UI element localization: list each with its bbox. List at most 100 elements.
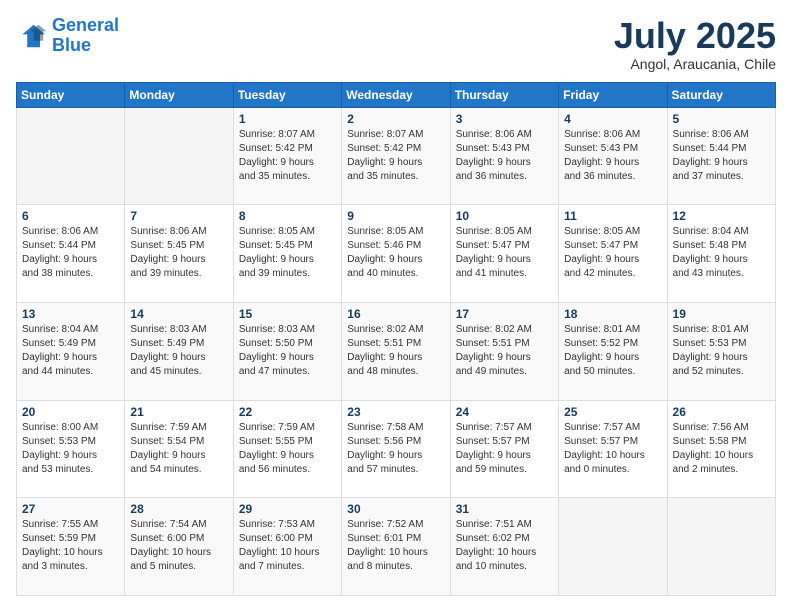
day-info: Sunrise: 8:02 AM Sunset: 5:51 PM Dayligh…: [347, 323, 444, 379]
logo-line2: Blue: [52, 35, 91, 55]
table-row: 21Sunrise: 7:59 AM Sunset: 5:54 PM Dayli…: [125, 400, 233, 498]
day-number: 28: [130, 502, 227, 516]
day-number: 14: [130, 307, 227, 321]
day-info: Sunrise: 7:55 AM Sunset: 5:59 PM Dayligh…: [22, 518, 119, 574]
day-info: Sunrise: 8:03 AM Sunset: 5:49 PM Dayligh…: [130, 323, 227, 379]
calendar-table: Sunday Monday Tuesday Wednesday Thursday…: [16, 82, 776, 596]
day-info: Sunrise: 7:53 AM Sunset: 6:00 PM Dayligh…: [239, 518, 336, 574]
day-info: Sunrise: 8:05 AM Sunset: 5:45 PM Dayligh…: [239, 225, 336, 281]
day-info: Sunrise: 7:54 AM Sunset: 6:00 PM Dayligh…: [130, 518, 227, 574]
day-info: Sunrise: 7:57 AM Sunset: 5:57 PM Dayligh…: [456, 421, 553, 477]
day-info: Sunrise: 8:06 AM Sunset: 5:43 PM Dayligh…: [564, 128, 661, 184]
table-row: [125, 107, 233, 205]
day-number: 25: [564, 405, 661, 419]
day-number: 9: [347, 209, 444, 223]
day-number: 31: [456, 502, 553, 516]
table-row: 8 Sunrise: 8:05 AM Sunset: 5:45 PM Daylig…: [233, 205, 341, 303]
table-row: 15 Sunrise: 8:03 AM Sunset: 5:50 PM Dayli…: [233, 302, 341, 400]
logo-icon: [16, 20, 48, 52]
day-info: Sunrise: 8:05 AM Sunset: 5:47 PM Dayligh…: [456, 225, 553, 281]
day-number: 7: [130, 209, 227, 223]
day-info: Sunrise: 8:04 AM Sunset: 5:49 PM Dayligh…: [22, 323, 119, 379]
calendar-week-row: 1 Sunrise: 8:07 AM Sunset: 5:42 PM Daylig…: [17, 107, 776, 205]
calendar-week-row: 6Sunrise: 8:06 AM Sunset: 5:44 PM Daylig…: [17, 205, 776, 303]
table-row: 7Sunrise: 8:06 AM Sunset: 5:45 PM Daylig…: [125, 205, 233, 303]
table-row: 9 Sunrise: 8:05 AM Sunset: 5:46 PM Daylig…: [342, 205, 450, 303]
col-monday: Monday: [125, 82, 233, 107]
table-row: 31 Sunrise: 7:51 AM Sunset: 6:02 PM Dayli…: [450, 498, 558, 596]
table-row: 29 Sunrise: 7:53 AM Sunset: 6:00 PM Dayli…: [233, 498, 341, 596]
day-info: Sunrise: 8:07 AM Sunset: 5:42 PM Dayligh…: [239, 128, 336, 184]
calendar-week-row: 27 Sunrise: 7:55 AM Sunset: 5:59 PM Dayli…: [17, 498, 776, 596]
day-number: 16: [347, 307, 444, 321]
day-number: 15: [239, 307, 336, 321]
table-row: 16 Sunrise: 8:02 AM Sunset: 5:51 PM Dayli…: [342, 302, 450, 400]
col-tuesday: Tuesday: [233, 82, 341, 107]
day-number: 30: [347, 502, 444, 516]
day-number: 5: [673, 112, 770, 126]
table-row: 20 Sunrise: 8:00 AM Sunset: 5:53 PM Dayli…: [17, 400, 125, 498]
day-number: 4: [564, 112, 661, 126]
day-number: 12: [673, 209, 770, 223]
page: General Blue July 2025 Angol, Araucania,…: [0, 0, 792, 612]
day-info: Sunrise: 8:03 AM Sunset: 5:50 PM Dayligh…: [239, 323, 336, 379]
table-row: 1 Sunrise: 8:07 AM Sunset: 5:42 PM Daylig…: [233, 107, 341, 205]
col-friday: Friday: [559, 82, 667, 107]
day-info: Sunrise: 8:00 AM Sunset: 5:53 PM Dayligh…: [22, 421, 119, 477]
table-row: 4 Sunrise: 8:06 AM Sunset: 5:43 PM Daylig…: [559, 107, 667, 205]
day-number: 20: [22, 405, 119, 419]
day-number: 1: [239, 112, 336, 126]
col-sunday: Sunday: [17, 82, 125, 107]
day-number: 17: [456, 307, 553, 321]
table-row: 2Sunrise: 8:07 AM Sunset: 5:42 PM Daylig…: [342, 107, 450, 205]
day-number: 22: [239, 405, 336, 419]
day-info: Sunrise: 8:01 AM Sunset: 5:53 PM Dayligh…: [673, 323, 770, 379]
title-block: July 2025 Angol, Araucania, Chile: [614, 16, 776, 72]
table-row: [559, 498, 667, 596]
day-info: Sunrise: 7:59 AM Sunset: 5:55 PM Dayligh…: [239, 421, 336, 477]
table-row: 28 Sunrise: 7:54 AM Sunset: 6:00 PM Dayli…: [125, 498, 233, 596]
table-row: [667, 498, 775, 596]
table-row: 26Sunrise: 7:56 AM Sunset: 5:58 PM Dayli…: [667, 400, 775, 498]
day-number: 26: [673, 405, 770, 419]
calendar-week-row: 13Sunrise: 8:04 AM Sunset: 5:49 PM Dayli…: [17, 302, 776, 400]
table-row: 17 Sunrise: 8:02 AM Sunset: 5:51 PM Dayli…: [450, 302, 558, 400]
table-row: 30 Sunrise: 7:52 AM Sunset: 6:01 PM Dayli…: [342, 498, 450, 596]
day-info: Sunrise: 7:52 AM Sunset: 6:01 PM Dayligh…: [347, 518, 444, 574]
day-number: 27: [22, 502, 119, 516]
day-number: 11: [564, 209, 661, 223]
day-number: 6: [22, 209, 119, 223]
day-info: Sunrise: 7:58 AM Sunset: 5:56 PM Dayligh…: [347, 421, 444, 477]
logo-line1: General: [52, 15, 119, 35]
table-row: 11Sunrise: 8:05 AM Sunset: 5:47 PM Dayli…: [559, 205, 667, 303]
day-info: Sunrise: 8:02 AM Sunset: 5:51 PM Dayligh…: [456, 323, 553, 379]
day-number: 3: [456, 112, 553, 126]
table-row: 25 Sunrise: 7:57 AM Sunset: 5:57 PM Dayli…: [559, 400, 667, 498]
table-row: 13Sunrise: 8:04 AM Sunset: 5:49 PM Dayli…: [17, 302, 125, 400]
table-row: 14 Sunrise: 8:03 AM Sunset: 5:49 PM Dayli…: [125, 302, 233, 400]
table-row: 6Sunrise: 8:06 AM Sunset: 5:44 PM Daylig…: [17, 205, 125, 303]
header: General Blue July 2025 Angol, Araucania,…: [16, 16, 776, 72]
location-subtitle: Angol, Araucania, Chile: [614, 56, 776, 72]
day-number: 24: [456, 405, 553, 419]
table-row: 18Sunrise: 8:01 AM Sunset: 5:52 PM Dayli…: [559, 302, 667, 400]
day-number: 8: [239, 209, 336, 223]
day-info: Sunrise: 8:06 AM Sunset: 5:44 PM Dayligh…: [673, 128, 770, 184]
day-number: 29: [239, 502, 336, 516]
day-info: Sunrise: 7:57 AM Sunset: 5:57 PM Dayligh…: [564, 421, 661, 477]
logo-text: General Blue: [52, 16, 119, 56]
table-row: [17, 107, 125, 205]
calendar-header-row: Sunday Monday Tuesday Wednesday Thursday…: [17, 82, 776, 107]
table-row: 5 Sunrise: 8:06 AM Sunset: 5:44 PM Daylig…: [667, 107, 775, 205]
table-row: 19Sunrise: 8:01 AM Sunset: 5:53 PM Dayli…: [667, 302, 775, 400]
day-number: 23: [347, 405, 444, 419]
day-number: 2: [347, 112, 444, 126]
col-saturday: Saturday: [667, 82, 775, 107]
month-title: July 2025: [614, 16, 776, 56]
day-number: 10: [456, 209, 553, 223]
col-wednesday: Wednesday: [342, 82, 450, 107]
day-info: Sunrise: 7:51 AM Sunset: 6:02 PM Dayligh…: [456, 518, 553, 574]
table-row: 27 Sunrise: 7:55 AM Sunset: 5:59 PM Dayli…: [17, 498, 125, 596]
table-row: 10 Sunrise: 8:05 AM Sunset: 5:47 PM Dayli…: [450, 205, 558, 303]
day-info: Sunrise: 8:05 AM Sunset: 5:46 PM Dayligh…: [347, 225, 444, 281]
